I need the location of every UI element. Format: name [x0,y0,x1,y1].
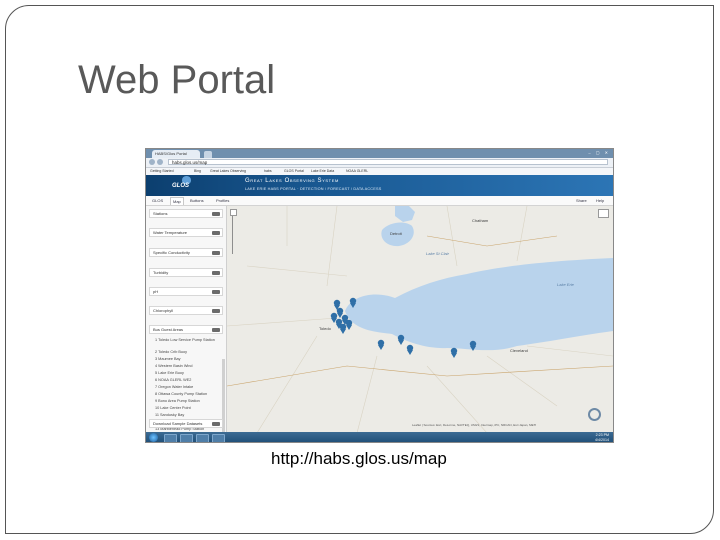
bookmark-item[interactable]: Getting Started [150,169,174,174]
list-item[interactable]: 11 Sandusky Bay [155,413,184,418]
browser-tab-bar: HABS/Glos Portal – ▢ ✕ [146,149,613,158]
station-marker[interactable] [377,339,385,350]
share-link[interactable]: Share [576,197,587,204]
layer-ph[interactable]: pH [149,287,223,296]
station-list: 1 Toledo Low Service Pump Station 2 Tole… [149,338,223,442]
layer-toggle[interactable] [212,271,220,275]
bookmark-item[interactable]: Great Lakes Observing [210,169,246,174]
map-label-toledo: Toledo [319,326,331,331]
station-markers [330,297,477,358]
start-button-icon[interactable] [149,433,158,442]
bookmark-item[interactable]: Bing [194,169,201,174]
layer-label: Water Temperature [153,230,188,235]
station-marker[interactable] [450,347,458,358]
list-item[interactable]: 4 Western Basin Wind [155,364,193,369]
station-marker[interactable] [397,334,405,345]
layer-toggle[interactable] [212,251,220,255]
tab-profiles[interactable]: Profiles [214,197,231,204]
zoom-slider[interactable] [232,216,233,254]
tab-map[interactable]: Map [170,197,184,205]
list-item[interactable]: 7 Oregon Water Intake [155,385,193,390]
map-label-lake-st-clair: Lake St Clair [426,251,449,256]
map-label-lake-erie: Lake Erie [557,282,574,287]
bookmark-item[interactable]: GLOS Portal [284,169,304,174]
list-item[interactable]: 3 Maumee Bay [155,357,181,362]
windows-taskbar: 2:23 PM 4/4/2014 [146,432,613,442]
back-button-icon[interactable] [149,159,155,165]
forward-button-icon[interactable] [157,159,163,165]
layer-label: Download Sample Datasets [153,421,203,426]
taskbar-clock: 2:23 PM 4/4/2014 [595,433,609,442]
layer-bus-guest-areas[interactable]: Bus Guest Areas [149,325,223,334]
list-item[interactable]: 5 Lake Erie Buoy [155,371,184,376]
station-marker[interactable] [469,340,477,351]
layer-toggle[interactable] [212,309,220,313]
map-label-detroit-2: Detroit [390,231,402,236]
station-marker[interactable] [349,297,357,308]
explorer-taskbar-icon[interactable] [164,434,177,442]
banner-subtitle: LAKE ERIE HABS PORTAL · DETECTION / FORE… [245,187,382,191]
list-item[interactable]: 9 Bono Area Pump Station [155,399,200,404]
bookmark-item[interactable]: NOAA GLERL [346,169,368,174]
layer-specific-conductivity[interactable]: Specific Conductivity [149,248,223,257]
list-item[interactable]: 2 Toledo Crib Buoy [155,350,187,355]
list-item[interactable]: 6 NOAA GLERL WE2 [155,378,191,383]
help-link[interactable]: Help [596,197,604,204]
list-item[interactable]: 1 Toledo Low Service Pump Station [155,338,215,343]
list-item[interactable]: 10 Lake Center Point [155,406,191,411]
layer-toggle[interactable] [212,328,220,332]
layer-toggle[interactable] [212,422,220,426]
clock-date: 4/4/2014 [595,437,609,442]
app-taskbar-icon[interactable] [212,434,225,442]
station-marker[interactable] [406,344,414,355]
browser-screenshot: HABS/Glos Portal – ▢ ✕ habs.glos.us/map … [145,148,614,443]
clock-time: 2:23 PM [595,433,609,437]
station-marker[interactable] [339,323,347,334]
layer-sidebar: Stations Water Temperature Specific Cond… [146,206,227,442]
layer-label: pH [153,289,159,294]
layer-chlorophyll[interactable]: Chlorophyll [149,306,223,315]
slide-caption-url[interactable]: http://habs.glos.us/map [271,449,447,469]
map-label-cleveland: Cleveland [510,348,528,353]
layer-label: Turbidity [153,270,169,275]
map-attribution: Leaflet | Sources: Esri, DeLorme, NAVTEQ… [412,423,537,427]
layer-label: Chlorophyll [153,308,174,313]
browser-tab[interactable]: HABS/Glos Portal [152,150,200,158]
bookmark-item[interactable]: habs [264,169,272,174]
zoom-in-icon[interactable] [230,209,237,216]
layer-toggle[interactable] [212,212,220,216]
app-tab-bar: GLOS Map Buttons Profiles Share Help [146,196,613,206]
window-controls[interactable]: – ▢ ✕ [588,150,610,156]
layer-label: Stations [153,211,168,216]
layers-control-icon[interactable] [598,209,609,218]
chrome-taskbar-icon[interactable] [180,434,193,442]
esri-logo-icon [588,408,601,421]
layer-water-temperature[interactable]: Water Temperature [149,228,223,237]
app-logo[interactable]: GLOS [172,183,189,189]
map-view[interactable]: Detroit Detroit Lake St Clair Chatham To… [227,206,613,433]
tab-glos[interactable]: GLOS [150,197,165,204]
layer-toggle[interactable] [212,231,220,235]
address-bar-row: habs.glos.us/map [146,158,613,168]
new-tab-button[interactable] [204,151,212,158]
url-input[interactable]: habs.glos.us/map [168,159,608,165]
layer-stations[interactable]: Stations [149,209,223,218]
map-label-chatham: Chatham [472,218,489,223]
folder-taskbar-icon[interactable] [196,434,209,442]
banner-title: Great Lakes Observing System [245,178,339,184]
layer-label: Specific Conductivity [153,250,190,255]
layer-toggle[interactable] [212,290,220,294]
slide-title: Web Portal [78,58,276,102]
list-item[interactable]: 8 Ottawa County Pump Station [155,392,207,397]
layer-turbidity[interactable]: Turbidity [149,268,223,277]
app-banner: GLOS Great Lakes Observing System LAKE E… [146,175,613,196]
tab-buttons[interactable]: Buttons [188,197,206,204]
layer-download-samples[interactable]: Download Sample Datasets [149,419,223,428]
bookmark-item[interactable]: Lake Erie Data [311,169,334,174]
station-marker[interactable] [345,319,353,330]
sidebar-scrollbar[interactable] [222,359,225,442]
layer-label: Bus Guest Areas [153,327,184,332]
